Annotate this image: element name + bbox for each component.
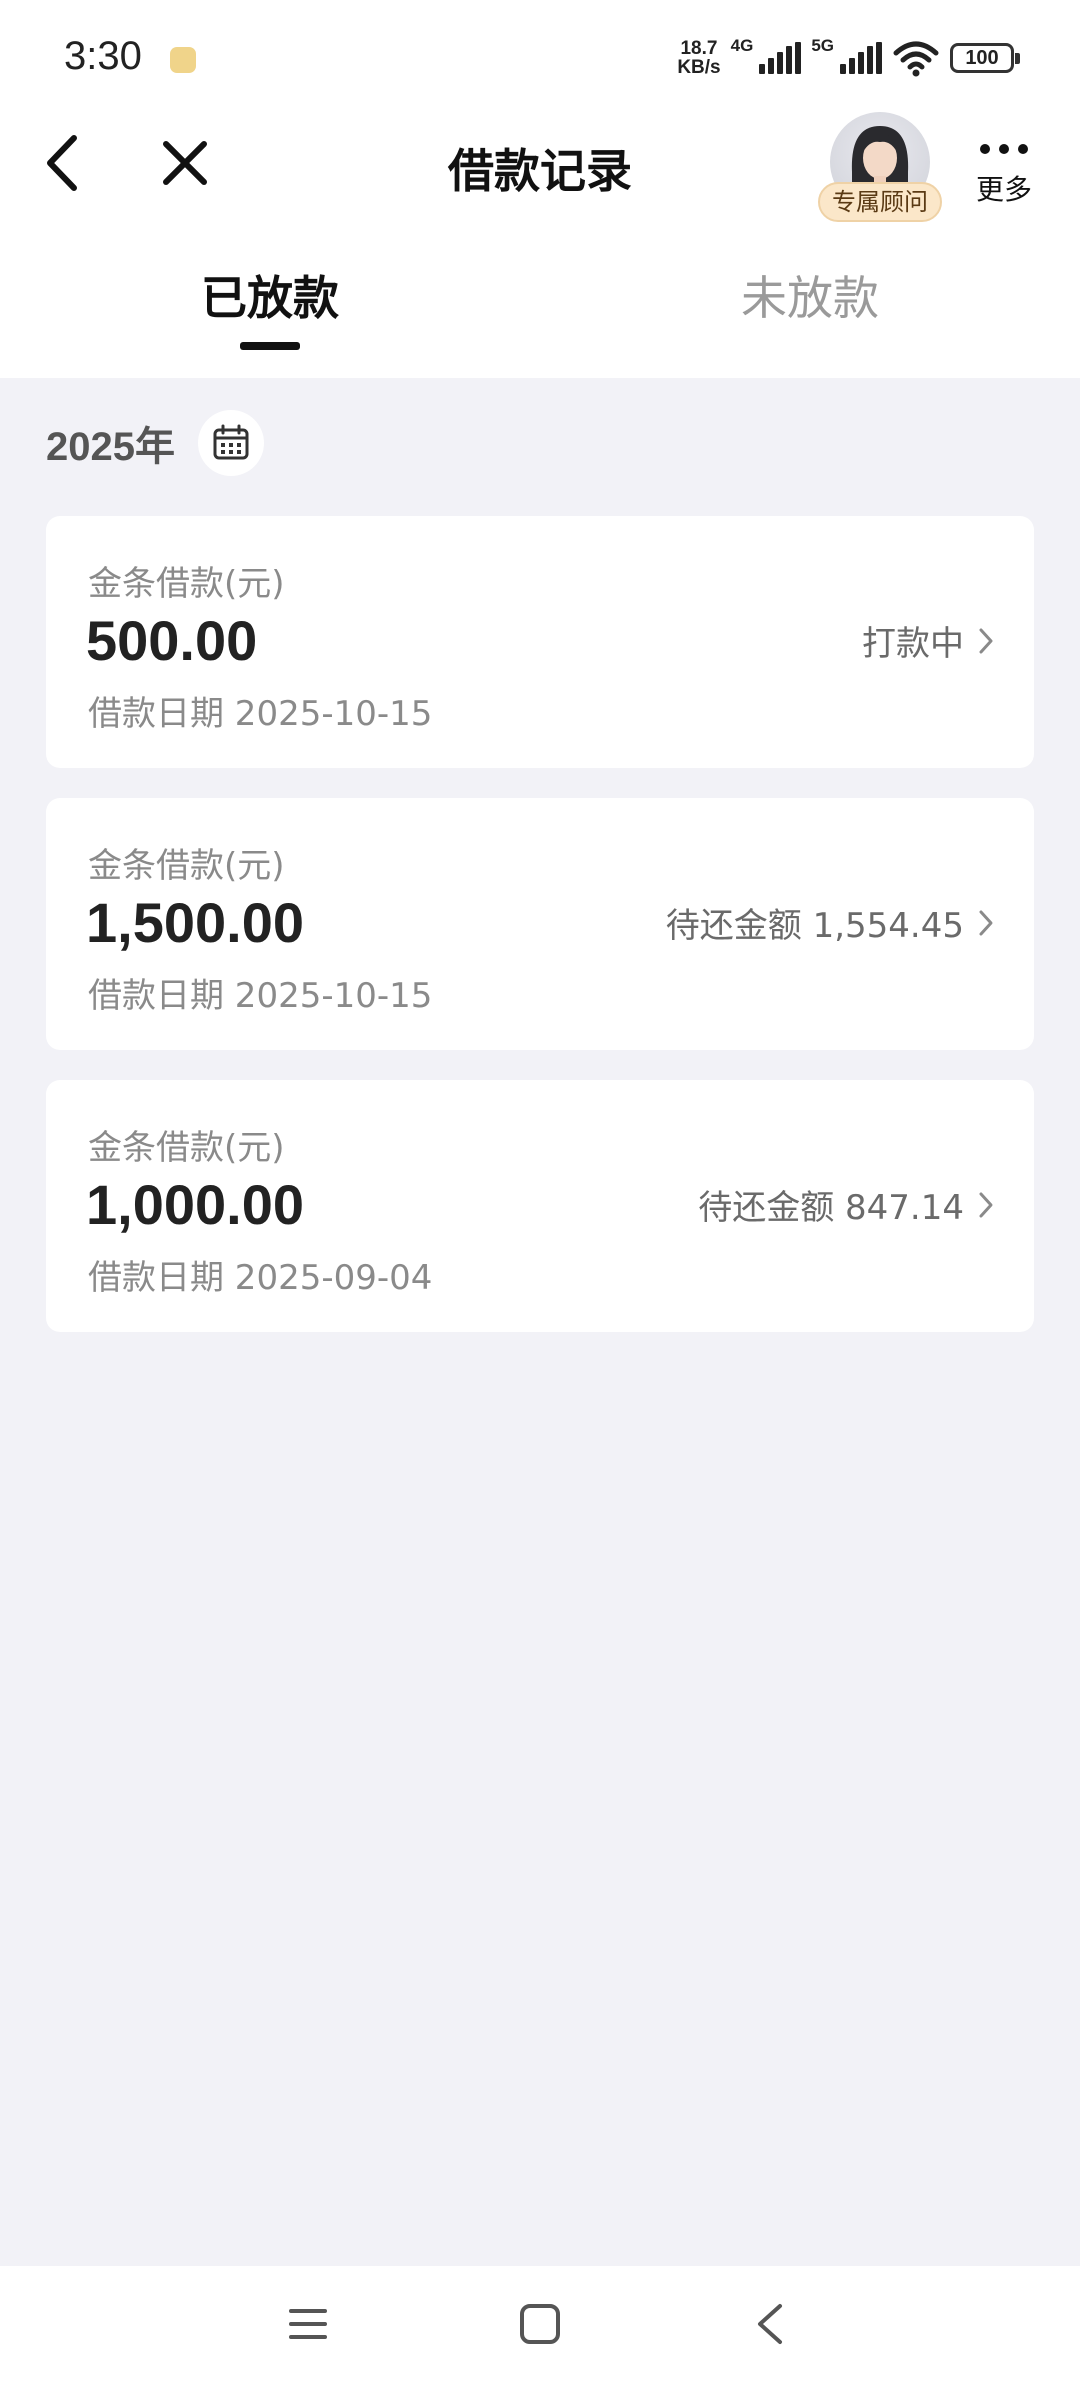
loan-amount: 500.00 <box>86 609 258 672</box>
tab-active-indicator <box>240 342 300 350</box>
year-label[interactable]: 2025年 <box>46 414 175 472</box>
advisor-badge: 专属顾问 <box>818 182 942 222</box>
loan-type-label: 金条借款(元) <box>88 846 285 886</box>
loan-type-label: 金条借款(元) <box>88 564 285 604</box>
more-label: 更多 <box>975 173 1032 206</box>
battery-icon: 100 <box>950 43 1020 73</box>
calendar-button[interactable] <box>198 410 264 476</box>
network-speed: 18.7 KB/s <box>677 38 721 78</box>
loan-status-text: 打款中 <box>862 624 964 664</box>
loan-date: 借款日期 2025-10-15 <box>88 976 433 1016</box>
notification-icon <box>170 47 196 73</box>
network-4g-label: 4G <box>730 36 754 55</box>
loan-status-text: 待还金额 1,554.45 <box>665 906 964 946</box>
tab-not-disbursed[interactable]: 未放款 <box>660 262 960 328</box>
home-icon[interactable] <box>518 2302 562 2346</box>
loan-type-label: 金条借款(元) <box>88 1128 285 1168</box>
loan-amount: 1,500.00 <box>86 891 304 954</box>
signal-4g-icon <box>759 42 802 74</box>
advisor-button[interactable]: 专属顾问 <box>818 112 942 224</box>
system-back-icon[interactable] <box>750 2300 790 2348</box>
more-dots-icon <box>968 144 1040 154</box>
loan-status[interactable]: 待还金额 847.14 <box>698 1180 996 1229</box>
header-area: 3:30 18.7 KB/s 4G 5G 100 借款记录 专属顾问 更多 已放… <box>0 0 1080 378</box>
loan-record-card[interactable]: 金条借款(元) 1,000.00 借款日期 2025-09-04 待还金额 84… <box>46 1080 1034 1332</box>
wifi-icon <box>893 41 939 77</box>
loan-date: 借款日期 2025-10-15 <box>88 694 433 734</box>
loan-status[interactable]: 打款中 <box>862 616 996 665</box>
more-button[interactable]: 更多 <box>968 136 1040 216</box>
chevron-right-icon <box>979 1192 993 1217</box>
chevron-right-icon <box>979 628 993 653</box>
status-indicators: 18.7 KB/s 4G 5G 100 <box>677 36 1020 80</box>
loan-amount: 1,000.00 <box>86 1173 304 1236</box>
menu-icon[interactable] <box>288 2304 328 2344</box>
loan-status[interactable]: 待还金额 1,554.45 <box>666 898 996 947</box>
loan-record-card[interactable]: 金条借款(元) 1,500.00 借款日期 2025-10-15 待还金额 1,… <box>46 798 1034 1050</box>
status-time: 3:30 <box>64 34 142 78</box>
system-nav-bar <box>0 2266 1080 2400</box>
network-5g-label: 5G <box>811 36 834 55</box>
tab-disbursed[interactable]: 已放款 <box>120 262 420 328</box>
loan-date: 借款日期 2025-09-04 <box>88 1258 433 1298</box>
loan-record-card[interactable]: 金条借款(元) 500.00 借款日期 2025-10-15 打款中 <box>46 516 1034 768</box>
signal-5g-icon <box>840 42 882 74</box>
chevron-right-icon <box>979 910 993 935</box>
calendar-icon <box>213 424 249 460</box>
loan-status-text: 待还金额 847.14 <box>698 1188 964 1228</box>
